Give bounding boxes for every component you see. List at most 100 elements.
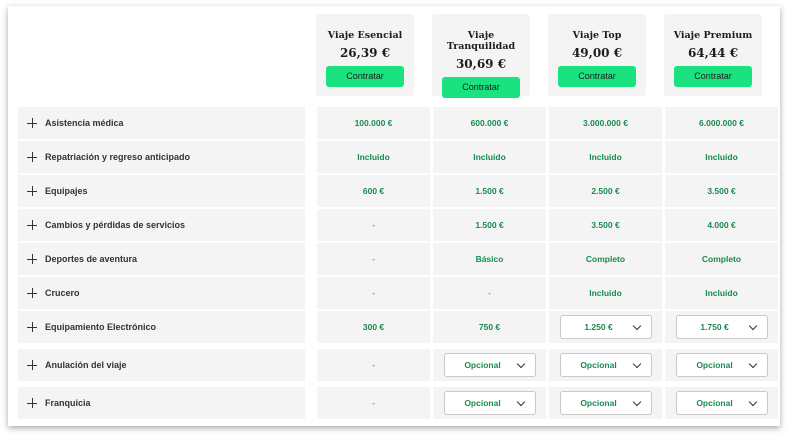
coverage-label: Deportes de aventura — [45, 254, 138, 264]
value-cell: Opcional — [433, 349, 546, 381]
coverage-value: Incluido — [705, 288, 738, 298]
plan-price: 26,39 € — [339, 46, 391, 60]
contratar-button[interactable]: Contratar — [442, 77, 520, 98]
plan-card: Viaje Top 49,00 € Contratar — [548, 14, 646, 96]
plan-price: 49,00 € — [571, 46, 623, 60]
option-select[interactable]: Opcional — [675, 391, 768, 415]
option-select[interactable]: Opcional — [675, 353, 768, 377]
plus-icon — [27, 152, 37, 162]
table-row: Anulación del viaje - Opcional Opcional Opci… — [18, 349, 778, 381]
option-select[interactable]: Opcional — [559, 353, 652, 377]
plus-icon — [27, 186, 37, 196]
coverage-expand-toggle[interactable]: Crucero — [18, 277, 305, 309]
coverage-expand-toggle[interactable]: Repatriación y regreso anticipado — [18, 141, 305, 173]
table-row: Cambios y pérdidas de servicios - 1.500 € 3… — [18, 209, 778, 241]
chevron-down-icon — [516, 397, 525, 407]
coverage-value: 300 € — [362, 322, 385, 332]
plus-icon — [27, 360, 37, 370]
coverage-value: Incluido — [705, 152, 738, 162]
value-cell: 600 € — [317, 175, 430, 207]
coverage-value: Incluido — [357, 152, 390, 162]
option-select[interactable]: 1.250 € — [559, 315, 652, 339]
value-cell: Opcional — [433, 387, 546, 419]
value-cell: 3.000.000 € — [549, 107, 662, 139]
value-cell: 1.750 € — [665, 311, 778, 343]
coverage-expand-toggle[interactable]: Deportes de aventura — [18, 243, 305, 275]
plan-card: Viaje Tranquilidad 30,69 € Contratar — [432, 14, 530, 98]
contratar-button[interactable]: Contratar — [558, 66, 636, 87]
value-cell: - — [317, 349, 430, 381]
coverage-value: Completo — [585, 254, 626, 264]
plan-name: Viaje Esencial — [327, 30, 403, 41]
plus-icon — [27, 322, 37, 332]
coverage-value: - — [372, 288, 375, 298]
value-cell: 6.000.000 € — [665, 107, 778, 139]
contratar-button[interactable]: Contratar — [674, 66, 752, 87]
value-cell: Opcional — [665, 387, 778, 419]
coverage-label: Anulación del viaje — [45, 360, 127, 370]
coverage-value: 100.000 € — [354, 118, 393, 128]
option-select[interactable]: 1.750 € — [675, 315, 768, 339]
value-cell: Incluido — [549, 277, 662, 309]
coverage-expand-toggle[interactable]: Asistencia médica — [18, 107, 305, 139]
value-cell: Opcional — [549, 349, 662, 381]
coverage-value: 2.500 € — [591, 186, 620, 196]
plus-icon — [27, 288, 37, 298]
chevron-down-icon — [748, 397, 757, 407]
contratar-button[interactable]: Contratar — [326, 66, 404, 87]
coverage-value: Completo — [701, 254, 742, 264]
coverage-value: 6.000.000 € — [699, 118, 744, 128]
value-cell: - — [317, 277, 430, 309]
option-select-value: Opcional — [464, 398, 501, 408]
table-row: Asistencia médica 100.000 € 600.000 € 3.000… — [18, 107, 778, 139]
coverage-label: Equipamiento Electrónico — [45, 322, 157, 332]
value-cell: Incluido — [433, 141, 546, 173]
option-select-value: Opcional — [696, 360, 733, 370]
plan-price: 30,69 € — [455, 57, 507, 71]
plus-icon — [27, 398, 37, 408]
table-row: Deportes de aventura - Básico Completo Compl… — [18, 243, 778, 275]
option-select[interactable]: Opcional — [559, 391, 652, 415]
option-select-value: Opcional — [580, 398, 617, 408]
plan-card: Viaje Esencial 26,39 € Contratar — [316, 14, 414, 96]
value-cell: 4.000 € — [665, 209, 778, 241]
coverage-label: Asistencia médica — [45, 118, 124, 128]
value-cell: 1.500 € — [433, 175, 546, 207]
coverage-value: Incluido — [589, 288, 622, 298]
chevron-down-icon — [632, 397, 641, 407]
value-cell: Incluido — [549, 141, 662, 173]
coverage-value: - — [372, 254, 375, 264]
value-cell: 2.500 € — [549, 175, 662, 207]
table-row: Equipajes 600 € 1.500 € 2.500 € 3.500 € — [18, 175, 778, 207]
value-cell: 3.500 € — [549, 209, 662, 241]
value-cell: 100.000 € — [317, 107, 430, 139]
coverage-expand-toggle[interactable]: Equipamiento Electrónico — [18, 311, 305, 343]
value-cell: - — [317, 243, 430, 275]
coverage-value: - — [372, 220, 375, 230]
value-cell: - — [317, 209, 430, 241]
coverage-label: Cambios y pérdidas de servicios — [45, 220, 186, 230]
value-cell: 1.250 € — [549, 311, 662, 343]
coverage-expand-toggle[interactable]: Equipajes — [18, 175, 305, 207]
value-cell: Incluido — [317, 141, 430, 173]
coverage-value: 1.500 € — [475, 186, 504, 196]
chevron-down-icon — [516, 359, 525, 369]
option-select[interactable]: Opcional — [443, 391, 536, 415]
coverage-expand-toggle[interactable]: Franquicia — [18, 387, 305, 419]
coverage-expand-toggle[interactable]: Cambios y pérdidas de servicios — [18, 209, 305, 241]
value-cell: Básico — [433, 243, 546, 275]
value-cell: Incluido — [665, 277, 778, 309]
plan-name: Viaje Premium — [673, 30, 753, 41]
coverage-value: - — [372, 398, 375, 408]
chevron-down-icon — [748, 321, 757, 331]
option-select[interactable]: Opcional — [443, 353, 536, 377]
coverage-value: Básico — [475, 254, 504, 264]
coverage-label: Crucero — [45, 288, 80, 298]
value-cell: Opcional — [665, 349, 778, 381]
coverage-expand-toggle[interactable]: Anulación del viaje — [18, 349, 305, 381]
plan-card: Viaje Premium 64,44 € Contratar — [664, 14, 762, 96]
coverage-value: 1.500 € — [475, 220, 504, 230]
coverage-label: Repatriación y regreso anticipado — [45, 152, 191, 162]
plus-icon — [27, 254, 37, 264]
table-row: Repatriación y regreso anticipado Incluid… — [18, 141, 778, 173]
